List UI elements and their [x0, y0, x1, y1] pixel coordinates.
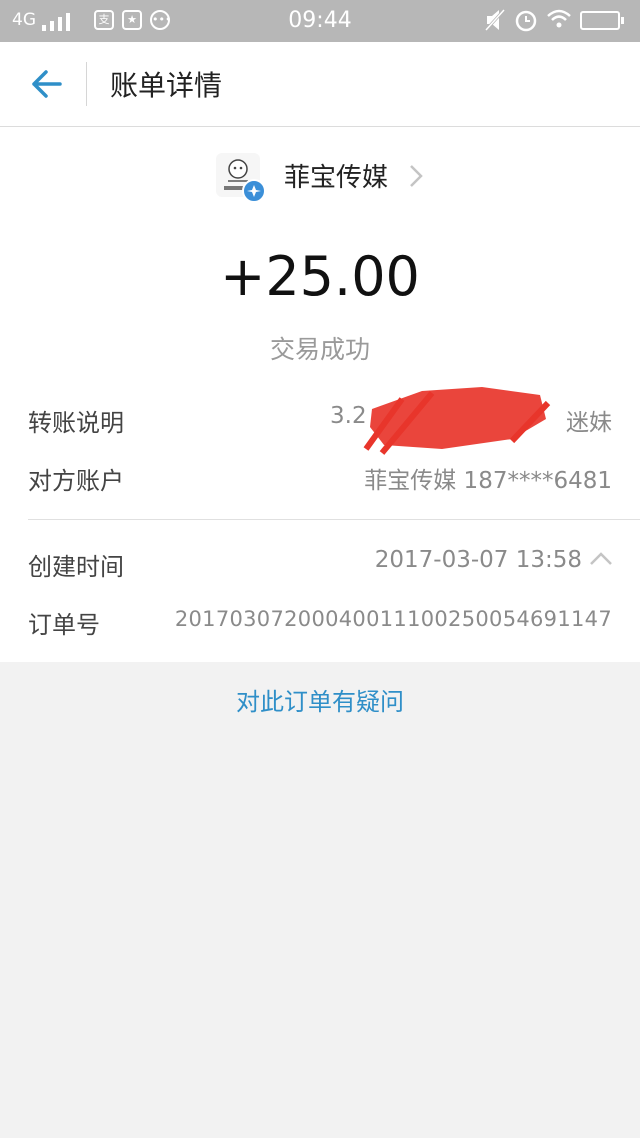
nav-divider: [86, 62, 87, 106]
transaction-status: 交易成功: [269, 335, 370, 364]
transaction-amount: +25.00: [220, 245, 420, 308]
mute-icon: [484, 8, 506, 32]
account-value: 菲宝传媒 187****6481: [364, 468, 612, 494]
payee-name: 菲宝传媒: [284, 163, 389, 193]
created-time-row[interactable]: 创建时间 2017-03-07 13:58: [0, 539, 640, 589]
redaction-scribble: [363, 387, 551, 455]
back-arrow-icon[interactable]: [26, 64, 66, 104]
section-divider: [28, 519, 640, 520]
nav-bar: 账单详情: [0, 42, 640, 127]
chevron-up-icon[interactable]: [588, 551, 614, 567]
memo-value-suffix: 迷妹: [566, 410, 612, 436]
account-label: 对方账户: [28, 467, 124, 495]
bill-detail-card: 菲宝传媒 +25.00 交易成功 转账说明 3.2 迷妹 对方账户 菲宝传媒 1…: [0, 127, 640, 662]
status-bar: 4G 支 ★ ••• 09:44: [0, 0, 640, 42]
order-number-label: 订单号: [28, 611, 100, 639]
page-title: 账单详情: [110, 69, 223, 102]
memo-label: 转账说明: [28, 409, 124, 437]
order-number-row: 订单号 20170307200040011100250054691147: [0, 597, 640, 647]
payee-row[interactable]: 菲宝传媒: [0, 149, 640, 209]
order-question-link[interactable]: 对此订单有疑问: [0, 682, 640, 717]
order-number-value: 20170307200040011100250054691147: [174, 607, 612, 631]
account-row: 对方账户 菲宝传媒 187****6481: [0, 453, 640, 503]
created-time-label: 创建时间: [28, 553, 124, 581]
alarm-icon: [515, 10, 537, 32]
verified-badge-icon: [242, 179, 266, 203]
wifi-icon: [547, 9, 571, 28]
created-time-value: 2017-03-07 13:58: [374, 547, 582, 573]
chevron-right-icon: [410, 165, 423, 187]
clock: 09:44: [288, 8, 352, 33]
battery-icon: [580, 11, 624, 30]
